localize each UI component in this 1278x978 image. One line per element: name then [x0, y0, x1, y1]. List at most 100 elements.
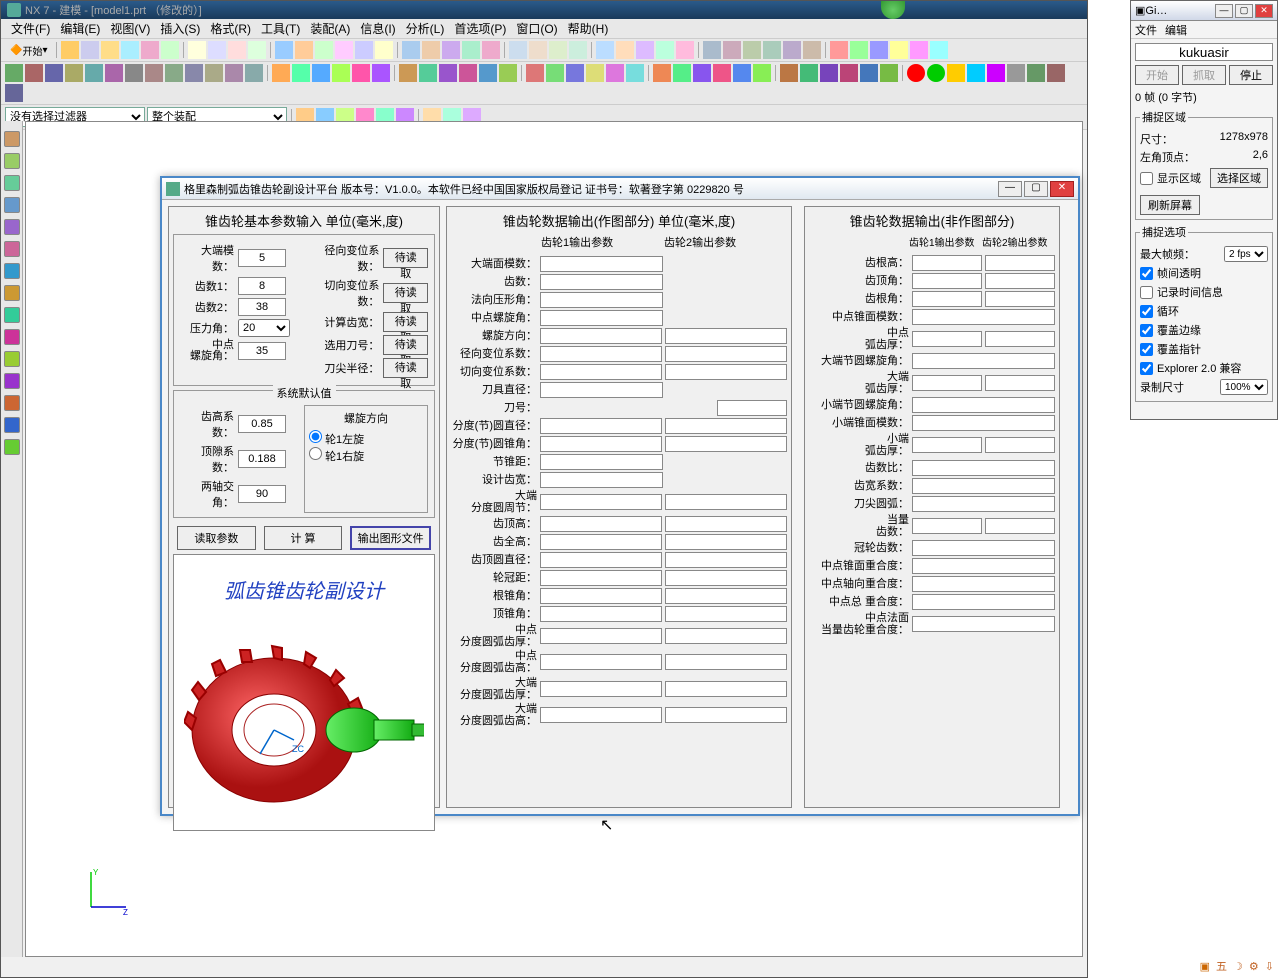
menu-analysis[interactable]: 分析(L)	[402, 18, 449, 39]
tool-icon[interactable]	[228, 41, 246, 59]
tool-icon[interactable]	[723, 41, 741, 59]
sidebar-icon[interactable]	[4, 329, 20, 345]
sidebar-icon[interactable]	[4, 153, 20, 169]
frame-trans-checkbox[interactable]	[1140, 267, 1153, 280]
tool-icon[interactable]	[673, 64, 691, 82]
addendum-coef-input[interactable]	[238, 415, 286, 433]
tool-icon[interactable]	[161, 41, 179, 59]
tool-icon[interactable]	[676, 41, 694, 59]
menu-file[interactable]: 文件(F)	[7, 18, 54, 39]
cap-minimize-button[interactable]: —	[1215, 4, 1233, 18]
menu-info[interactable]: 信息(I)	[356, 18, 399, 39]
output-graphics-button[interactable]: 输出图形文件	[350, 526, 431, 550]
menu-insert[interactable]: 插入(S)	[156, 18, 204, 39]
tool-icon[interactable]	[780, 64, 798, 82]
cap-menu-file[interactable]: 文件	[1135, 22, 1157, 38]
tray-icon[interactable]: ⚙	[1249, 960, 1259, 973]
tool-icon[interactable]	[526, 64, 544, 82]
helix-right-radio[interactable]: 轮1右旋	[309, 451, 364, 463]
sidebar-icon[interactable]	[4, 439, 20, 455]
refresh-button[interactable]: 刷新屏幕	[1140, 195, 1200, 215]
tool-icon[interactable]	[987, 64, 1005, 82]
tool-icon[interactable]	[439, 64, 457, 82]
tool-icon[interactable]	[783, 41, 801, 59]
tool-icon[interactable]	[967, 64, 985, 82]
tool-icon[interactable]	[185, 64, 203, 82]
menu-view[interactable]: 视图(V)	[106, 18, 154, 39]
tool-icon[interactable]	[419, 64, 437, 82]
maximize-button[interactable]: ▢	[1024, 181, 1048, 197]
sidebar-icon[interactable]	[4, 131, 20, 147]
tool-icon[interactable]	[332, 64, 350, 82]
minimize-button[interactable]: —	[998, 181, 1022, 197]
tool-icon[interactable]	[636, 41, 654, 59]
tool-icon[interactable]	[880, 64, 898, 82]
tool-icon[interactable]	[81, 41, 99, 59]
tool-icon[interactable]	[462, 41, 480, 59]
tool-icon[interactable]	[653, 64, 671, 82]
tool-icon[interactable]	[763, 41, 781, 59]
tool-icon[interactable]	[569, 41, 587, 59]
tool-icon[interactable]	[596, 41, 614, 59]
tool-icon[interactable]	[803, 41, 821, 59]
tool-icon[interactable]	[1047, 64, 1065, 82]
cap-stop-button[interactable]: 停止	[1229, 65, 1273, 85]
tool-icon[interactable]	[272, 64, 290, 82]
tool-icon[interactable]	[375, 41, 393, 59]
helix-left-radio[interactable]: 轮1左旋	[309, 434, 364, 446]
tool-icon[interactable]	[927, 64, 945, 82]
cover-edge-checkbox[interactable]	[1140, 324, 1153, 337]
tool-icon[interactable]	[566, 64, 584, 82]
menu-preferences[interactable]: 首选项(P)	[450, 18, 510, 39]
tool-icon[interactable]	[930, 41, 948, 59]
tool-icon[interactable]	[65, 64, 83, 82]
menu-edit[interactable]: 编辑(E)	[56, 18, 104, 39]
tool-icon[interactable]	[656, 41, 674, 59]
tool-icon[interactable]	[248, 41, 266, 59]
tool-icon[interactable]	[850, 41, 868, 59]
tool-icon[interactable]	[165, 64, 183, 82]
tool-icon[interactable]	[616, 41, 634, 59]
sidebar-icon[interactable]	[4, 175, 20, 191]
tool-icon[interactable]	[509, 41, 527, 59]
tool-icon[interactable]	[499, 64, 517, 82]
cap-grab-button[interactable]: 抓取	[1182, 65, 1226, 85]
tool-icon[interactable]	[713, 64, 731, 82]
tool-icon[interactable]	[626, 64, 644, 82]
tool-icon[interactable]	[352, 64, 370, 82]
tool-icon[interactable]	[479, 64, 497, 82]
tool-icon[interactable]	[402, 41, 420, 59]
capture-titlebar[interactable]: ▣ Gi… — ▢ ✕	[1131, 1, 1277, 21]
tool-icon[interactable]	[733, 64, 751, 82]
tool-icon[interactable]	[753, 64, 771, 82]
tool-icon[interactable]	[890, 41, 908, 59]
tool-icon[interactable]	[529, 41, 547, 59]
tool-icon[interactable]	[840, 64, 858, 82]
menu-format[interactable]: 格式(R)	[206, 18, 255, 39]
tool-icon[interactable]	[101, 41, 119, 59]
tool-icon[interactable]	[125, 64, 143, 82]
menu-assembly[interactable]: 装配(A)	[306, 18, 354, 39]
sidebar-icon[interactable]	[4, 351, 20, 367]
menu-window[interactable]: 窗口(O)	[512, 18, 561, 39]
tool-icon[interactable]	[25, 64, 43, 82]
sidebar-icon[interactable]	[4, 197, 20, 213]
tool-icon[interactable]	[355, 41, 373, 59]
start-button[interactable]: 🔶 开始 ▾	[5, 41, 52, 59]
tool-icon[interactable]	[145, 64, 163, 82]
sidebar-icon[interactable]	[4, 417, 20, 433]
cap-menu-edit[interactable]: 编辑	[1165, 22, 1187, 38]
clearance-coef-input[interactable]	[238, 450, 286, 468]
tool-icon[interactable]	[372, 64, 390, 82]
pressure-angle-select[interactable]: 20	[238, 319, 290, 337]
sidebar-icon[interactable]	[4, 241, 20, 257]
tool-icon[interactable]	[1007, 64, 1025, 82]
select-region-button[interactable]: 选择区域	[1210, 168, 1268, 188]
explorer-checkbox[interactable]	[1140, 362, 1153, 375]
tool-icon[interactable]	[546, 64, 564, 82]
cap-start-button[interactable]: 开始	[1135, 65, 1179, 85]
teeth1-input[interactable]	[238, 277, 286, 295]
dialog-titlebar[interactable]: 格里森制弧齿锥齿轮副设计平台 版本号：V1.0.0。本软件已经中国国家版权局登记…	[162, 178, 1078, 200]
shaft-angle-input[interactable]	[238, 485, 286, 503]
tool-icon[interactable]	[105, 64, 123, 82]
